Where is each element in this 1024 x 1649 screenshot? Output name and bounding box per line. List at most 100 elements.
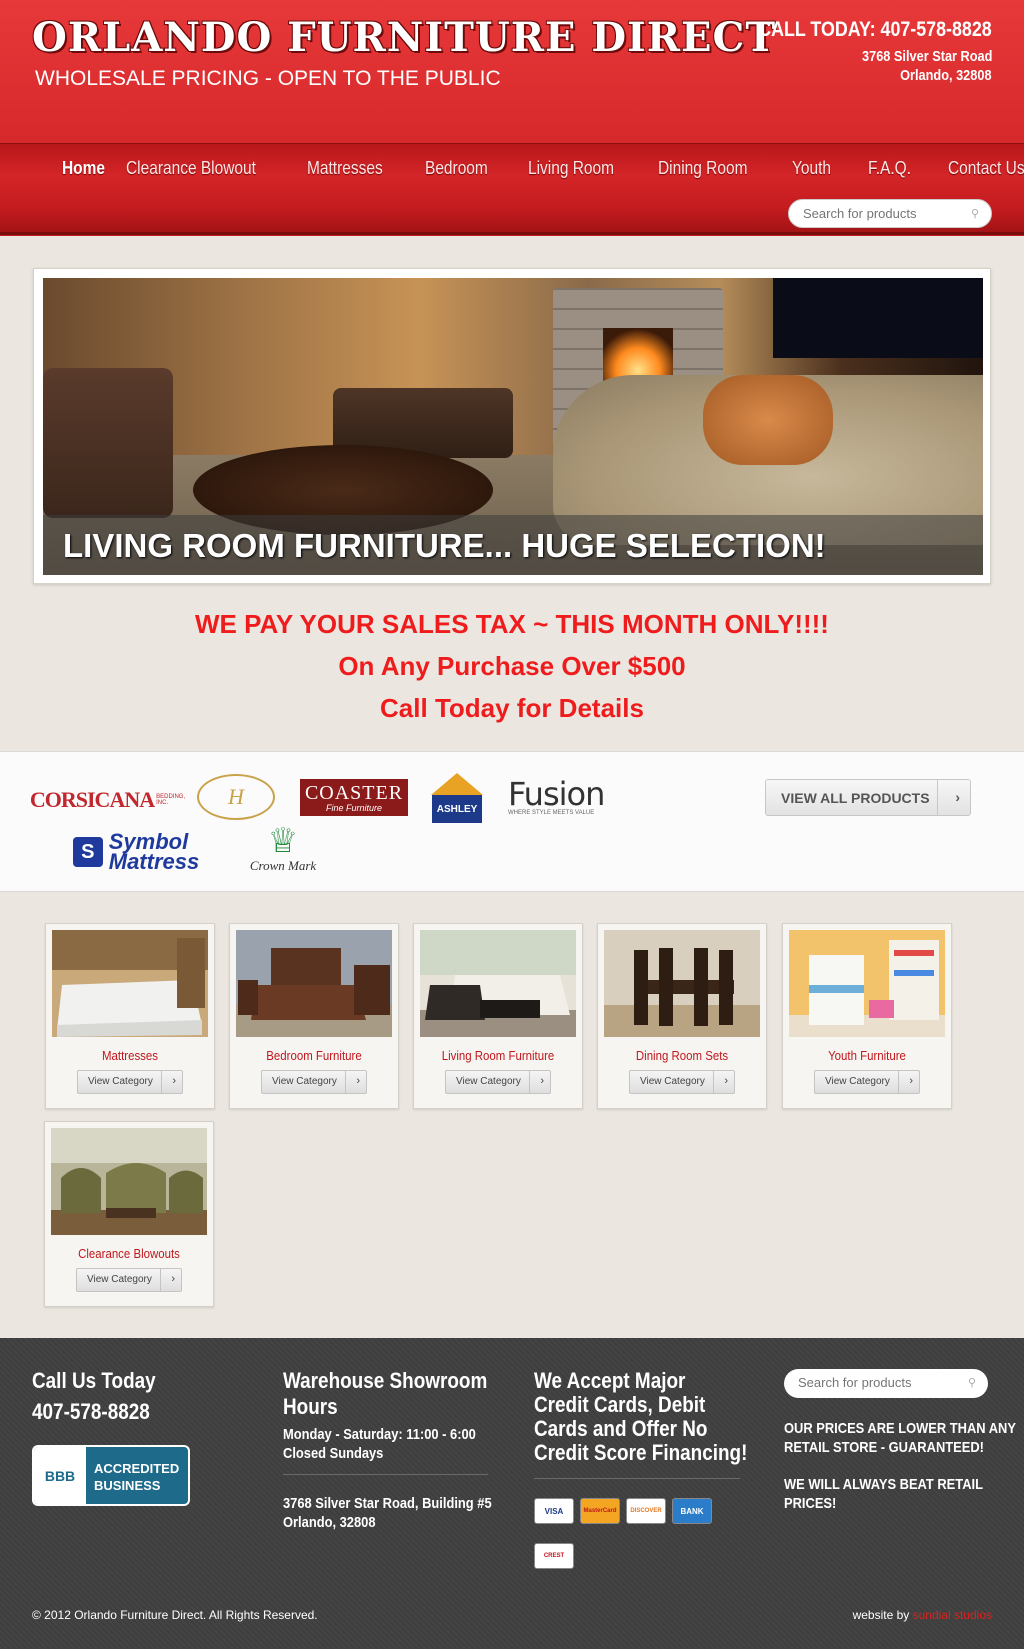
hero-image[interactable]: LIVING ROOM FURNITURE... HUGE SELECTION! <box>43 278 983 575</box>
ashley-logo-text: ASHLEY <box>432 795 482 823</box>
button-divider <box>345 1071 346 1093</box>
bbb-badge[interactable]: BBB ACCREDITED BUSINESS <box>32 1445 190 1506</box>
category-name-dining-room[interactable]: Dining Room Sets <box>608 1048 756 1063</box>
nav-item-mattresses[interactable]: Mattresses <box>307 158 383 179</box>
visa-card-icon: VISA <box>534 1498 574 1524</box>
fusion-logo-text: Fusion <box>508 775 605 813</box>
nav-item-dining-room[interactable]: Dining Room <box>658 158 747 179</box>
footer-phone[interactable]: 407-578-8828 <box>32 1399 150 1425</box>
view-category-button-mattresses[interactable]: View Category › <box>77 1070 183 1094</box>
nav-list: Home Clearance Blowout Mattresses Bedroo… <box>62 158 1024 179</box>
site-title[interactable]: ORLANDO FURNITURE DIRECT <box>32 14 776 61</box>
category-image-youth[interactable] <box>789 930 945 1037</box>
hours-weekdays: Monday - Saturday: 11:00 - 6:00 <box>283 1426 476 1443</box>
homerance-logo-mark: H <box>228 784 244 809</box>
hero-chair-shape <box>43 368 173 518</box>
category-image-dining-room[interactable] <box>604 930 760 1037</box>
hours-heading-line1: Warehouse Showroom <box>283 1368 488 1393</box>
category-name-clearance[interactable]: Clearance Blowouts <box>55 1246 203 1261</box>
header-phone[interactable]: CALL TODAY: 407-578-8828 <box>759 18 992 42</box>
nav-item-bedroom[interactable]: Bedroom <box>425 158 488 179</box>
category-card-bedroom: Bedroom Furniture View Category › <box>229 923 399 1109</box>
nav-item-youth[interactable]: Youth <box>792 158 831 179</box>
site-footer: Call Us Today 407-578-8828 BBB ACCREDITE… <box>0 1338 1024 1649</box>
credit-heading-line3: Cards and Offer No <box>534 1416 708 1441</box>
footer-search-input[interactable] <box>798 1375 958 1390</box>
credit-prefix: website by <box>852 1608 910 1622</box>
hours-heading-line2: Hours <box>283 1394 338 1419</box>
corsicana-logo[interactable]: CORSICANA BEDDING, INC. <box>30 782 185 818</box>
nav-item-living-room[interactable]: Living Room <box>528 158 614 179</box>
button-divider <box>937 780 938 815</box>
category-name-youth[interactable]: Youth Furniture <box>793 1048 941 1063</box>
category-name-mattresses[interactable]: Mattresses <box>56 1048 204 1063</box>
hero-tv-shape <box>773 278 983 358</box>
chevron-right-icon: › <box>724 1075 728 1087</box>
promo-call: Call Today for Details <box>380 693 644 723</box>
header-address-street: 3768 Silver Star Road <box>861 48 992 65</box>
category-image-mattresses[interactable] <box>52 930 208 1037</box>
nav-item-clearance-blowout[interactable]: Clearance Blowout <box>126 158 256 179</box>
corsicana-logo-sub: BEDDING, INC. <box>156 794 186 806</box>
promo-headline: WE PAY YOUR SALES TAX ~ THIS MONTH ONLY!… <box>195 609 829 639</box>
symbol-logo-line2: Mattress <box>108 849 200 874</box>
ashley-roof-icon <box>431 773 483 795</box>
category-card-clearance: Clearance Blowouts View Category › <box>44 1121 214 1307</box>
brand-logos-band: CORSICANA BEDDING, INC. H COASTER Fine F… <box>0 751 1024 892</box>
promo-subline: On Any Purchase Over $500 <box>338 651 686 681</box>
coaster-logo-text: COASTER <box>304 782 404 804</box>
ashley-logo[interactable]: ASHLEY <box>430 772 484 824</box>
header-search-input[interactable] <box>803 206 963 221</box>
credit-heading-line2: Credit Cards, Debit <box>534 1392 706 1417</box>
credit-heading-line4: Credit Score Financing! <box>534 1440 748 1465</box>
chevron-right-icon: › <box>172 1075 176 1087</box>
symbol-mattress-logo[interactable]: S Symbol Mattress <box>52 828 220 876</box>
crown-mark-text: Crown Mark <box>249 858 317 873</box>
bbb-torch-icon: BBB <box>34 1447 86 1504</box>
category-name-bedroom[interactable]: Bedroom Furniture <box>240 1048 388 1063</box>
credit-heading-line1: We Accept Major <box>534 1368 686 1393</box>
guarantee-line2: RETAIL STORE - GUARANTEED! <box>784 1439 984 1456</box>
credit-link[interactable]: sundial studios <box>913 1608 992 1622</box>
view-category-button-youth[interactable]: View Category › <box>814 1070 920 1094</box>
coaster-logo[interactable]: COASTER Fine Furniture <box>300 779 408 816</box>
site-header: ORLANDO FURNITURE DIRECT WHOLESALE PRICI… <box>0 0 1024 236</box>
copyright-text: © 2012 Orlando Furniture Direct. All Rig… <box>32 1608 318 1622</box>
category-image-living-room[interactable] <box>420 930 576 1037</box>
hero-caption: LIVING ROOM FURNITURE... HUGE SELECTION! <box>63 527 826 564</box>
view-category-label: View Category <box>88 1076 153 1087</box>
button-divider <box>160 1269 161 1291</box>
crown-mark-logo[interactable]: ♕ Crown Mark <box>238 820 328 878</box>
category-card-youth: Youth Furniture View Category › <box>782 923 952 1109</box>
footer-address-street: 3768 Silver Star Road, Building #5 <box>283 1495 492 1512</box>
crest-financing-icon: CREST <box>534 1543 574 1569</box>
discover-card-icon: DISCOVER <box>626 1498 666 1524</box>
chevron-right-icon: › <box>356 1075 360 1087</box>
view-category-label: View Category <box>825 1076 890 1087</box>
view-category-label: View Category <box>456 1076 521 1087</box>
chevron-right-icon: › <box>955 789 960 805</box>
fusion-logo[interactable]: Fusion WHERE STYLE MEETS VALUE <box>508 776 608 818</box>
footer-address-city: Orlando, 32808 <box>283 1514 376 1531</box>
view-category-button-dining-room[interactable]: View Category › <box>629 1070 735 1094</box>
nav-item-home[interactable]: Home <box>62 158 105 179</box>
mastercard-icon: MasterCard <box>580 1498 620 1524</box>
view-all-products-button[interactable]: VIEW ALL PRODUCTS › <box>765 779 971 816</box>
hero-pillow-shape <box>703 375 833 465</box>
crown-icon: ♕ <box>267 822 299 860</box>
corsicana-logo-text: CORSICANA <box>29 787 155 812</box>
category-image-bedroom[interactable] <box>236 930 392 1037</box>
view-category-button-living-room[interactable]: View Category › <box>445 1070 551 1094</box>
category-card-living-room: Living Room Furniture View Category › <box>413 923 583 1109</box>
view-category-button-clearance[interactable]: View Category › <box>76 1268 182 1292</box>
category-image-clearance[interactable] <box>51 1128 207 1235</box>
beat-retail-line2: PRICES! <box>784 1495 837 1512</box>
search-icon[interactable]: ⚲ <box>968 1376 976 1389</box>
nav-item-faq[interactable]: F.A.Q. <box>868 158 911 179</box>
view-category-button-bedroom[interactable]: View Category › <box>261 1070 367 1094</box>
search-icon[interactable]: ⚲ <box>971 207 979 220</box>
category-name-living-room[interactable]: Living Room Furniture <box>424 1048 572 1063</box>
bbb-line2: BUSINESS <box>94 1478 161 1493</box>
homerance-logo[interactable]: H <box>197 774 275 820</box>
nav-item-contact-us[interactable]: Contact Us <box>948 158 1024 179</box>
